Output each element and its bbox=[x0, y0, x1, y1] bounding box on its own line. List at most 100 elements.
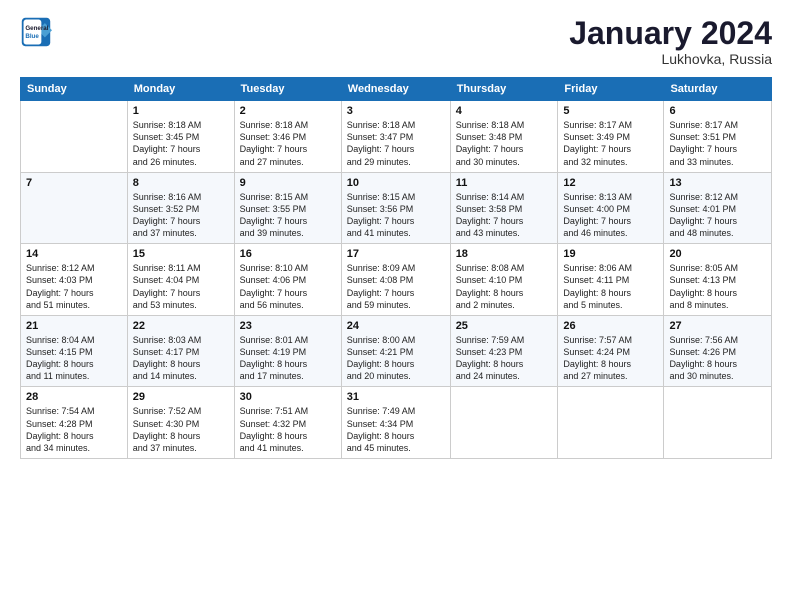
day-number: 2 bbox=[240, 105, 336, 117]
day-info: Sunrise: 8:11 AMSunset: 4:04 PMDaylight:… bbox=[133, 262, 229, 311]
calendar-week-row: 78 Sunrise: 8:16 AMSunset: 3:52 PMDayligh… bbox=[21, 172, 772, 244]
calendar-cell: 28 Sunrise: 7:54 AMSunset: 4:28 PMDayligh… bbox=[21, 387, 128, 459]
calendar-cell: 29Sunrise: 7:52 AMSunset: 4:30 PMDayligh… bbox=[127, 387, 234, 459]
weekday-header: Saturday bbox=[664, 78, 772, 101]
day-number: 23 bbox=[240, 320, 336, 332]
day-number: 4 bbox=[456, 105, 553, 117]
calendar-cell: 27 Sunrise: 7:56 AMSunset: 4:26 PMDayligh… bbox=[664, 315, 772, 387]
calendar-week-row: 21 Sunrise: 8:04 AMSunset: 4:15 PMDayligh… bbox=[21, 315, 772, 387]
calendar-cell: 5 Sunrise: 8:17 AMSunset: 3:49 PMDaylight… bbox=[558, 101, 664, 173]
calendar-cell: 7 bbox=[21, 172, 128, 244]
day-info: Sunrise: 8:08 AMSunset: 4:10 PMDaylight:… bbox=[456, 262, 553, 311]
day-number: 31 bbox=[347, 391, 445, 403]
day-number: 21 bbox=[26, 320, 122, 332]
logo-icon: General Blue bbox=[20, 16, 52, 48]
calendar-week-row: 1Sunrise: 8:18 AMSunset: 3:45 PMDaylight… bbox=[21, 101, 772, 173]
day-info: Sunrise: 8:09 AMSunset: 4:08 PMDaylight:… bbox=[347, 262, 445, 311]
calendar-cell: 3 Sunrise: 8:18 AMSunset: 3:47 PMDaylight… bbox=[341, 101, 450, 173]
day-info: Sunrise: 8:01 AMSunset: 4:19 PMDaylight:… bbox=[240, 334, 336, 383]
calendar-cell: 31 Sunrise: 7:49 AMSunset: 4:34 PMDayligh… bbox=[341, 387, 450, 459]
calendar-cell: 22Sunrise: 8:03 AMSunset: 4:17 PMDayligh… bbox=[127, 315, 234, 387]
calendar-cell: 8 Sunrise: 8:16 AMSunset: 3:52 PMDaylight… bbox=[127, 172, 234, 244]
svg-text:General: General bbox=[25, 25, 48, 32]
calendar-cell: 21 Sunrise: 8:04 AMSunset: 4:15 PMDayligh… bbox=[21, 315, 128, 387]
day-number: 6 bbox=[669, 105, 766, 117]
calendar-cell: 11Sunrise: 8:14 AMSunset: 3:58 PMDayligh… bbox=[450, 172, 558, 244]
day-info: Sunrise: 8:16 AMSunset: 3:52 PMDaylight:… bbox=[133, 191, 229, 240]
day-info: Sunrise: 8:13 AMSunset: 4:00 PMDaylight:… bbox=[563, 191, 658, 240]
day-number: 17 bbox=[347, 248, 445, 260]
day-number: 3 bbox=[347, 105, 445, 117]
calendar-header-row: SundayMondayTuesdayWednesdayThursdayFrid… bbox=[21, 78, 772, 101]
day-number: 16 bbox=[240, 248, 336, 260]
calendar-cell bbox=[664, 387, 772, 459]
title-block: January 2024 Lukhovka, Russia bbox=[569, 16, 772, 67]
header: General Blue January 2024 Lukhovka, Russ… bbox=[20, 16, 772, 67]
day-info: Sunrise: 7:54 AMSunset: 4:28 PMDaylight:… bbox=[26, 405, 122, 454]
day-info: Sunrise: 8:00 AMSunset: 4:21 PMDaylight:… bbox=[347, 334, 445, 383]
day-info: Sunrise: 7:49 AMSunset: 4:34 PMDaylight:… bbox=[347, 405, 445, 454]
day-number: 5 bbox=[563, 105, 658, 117]
calendar-cell: 18 Sunrise: 8:08 AMSunset: 4:10 PMDayligh… bbox=[450, 244, 558, 316]
calendar-cell: 19Sunrise: 8:06 AMSunset: 4:11 PMDayligh… bbox=[558, 244, 664, 316]
day-number: 26 bbox=[563, 320, 658, 332]
calendar-cell: 13Sunrise: 8:12 AMSunset: 4:01 PMDayligh… bbox=[664, 172, 772, 244]
logo: General Blue bbox=[20, 16, 56, 48]
day-number: 30 bbox=[240, 391, 336, 403]
weekday-header: Thursday bbox=[450, 78, 558, 101]
day-info: Sunrise: 8:15 AMSunset: 3:56 PMDaylight:… bbox=[347, 191, 445, 240]
day-number: 9 bbox=[240, 177, 336, 189]
day-number: 20 bbox=[669, 248, 766, 260]
calendar-cell: 17 Sunrise: 8:09 AMSunset: 4:08 PMDayligh… bbox=[341, 244, 450, 316]
day-number: 14 bbox=[26, 248, 122, 260]
calendar-cell: 26 Sunrise: 7:57 AMSunset: 4:24 PMDayligh… bbox=[558, 315, 664, 387]
calendar-cell: 12 Sunrise: 8:13 AMSunset: 4:00 PMDayligh… bbox=[558, 172, 664, 244]
calendar-cell bbox=[450, 387, 558, 459]
day-number: 8 bbox=[133, 177, 229, 189]
day-number: 1 bbox=[133, 105, 229, 117]
day-number: 15 bbox=[133, 248, 229, 260]
calendar-cell: 23 Sunrise: 8:01 AMSunset: 4:19 PMDayligh… bbox=[234, 315, 341, 387]
weekday-header: Sunday bbox=[21, 78, 128, 101]
day-info: Sunrise: 7:51 AMSunset: 4:32 PMDaylight:… bbox=[240, 405, 336, 454]
day-number: 12 bbox=[563, 177, 658, 189]
calendar-cell bbox=[21, 101, 128, 173]
calendar-cell: 30 Sunrise: 7:51 AMSunset: 4:32 PMDayligh… bbox=[234, 387, 341, 459]
calendar-week-row: 28 Sunrise: 7:54 AMSunset: 4:28 PMDayligh… bbox=[21, 387, 772, 459]
weekday-header: Tuesday bbox=[234, 78, 341, 101]
day-info: Sunrise: 8:18 AMSunset: 3:47 PMDaylight:… bbox=[347, 119, 445, 168]
day-number: 18 bbox=[456, 248, 553, 260]
svg-text:Blue: Blue bbox=[25, 33, 39, 40]
location: Lukhovka, Russia bbox=[569, 51, 772, 67]
day-number: 28 bbox=[26, 391, 122, 403]
day-info: Sunrise: 8:17 AMSunset: 3:49 PMDaylight:… bbox=[563, 119, 658, 168]
day-info: Sunrise: 7:56 AMSunset: 4:26 PMDaylight:… bbox=[669, 334, 766, 383]
day-number: 24 bbox=[347, 320, 445, 332]
day-info: Sunrise: 8:12 AMSunset: 4:01 PMDaylight:… bbox=[669, 191, 766, 240]
day-info: Sunrise: 8:06 AMSunset: 4:11 PMDaylight:… bbox=[563, 262, 658, 311]
day-info: Sunrise: 7:59 AMSunset: 4:23 PMDaylight:… bbox=[456, 334, 553, 383]
day-info: Sunrise: 7:57 AMSunset: 4:24 PMDaylight:… bbox=[563, 334, 658, 383]
day-number: 29 bbox=[133, 391, 229, 403]
day-number: 27 bbox=[669, 320, 766, 332]
calendar-cell: 1Sunrise: 8:18 AMSunset: 3:45 PMDaylight… bbox=[127, 101, 234, 173]
page: General Blue January 2024 Lukhovka, Russ… bbox=[0, 0, 792, 469]
calendar-week-row: 14Sunrise: 8:12 AMSunset: 4:03 PMDayligh… bbox=[21, 244, 772, 316]
day-info: Sunrise: 8:10 AMSunset: 4:06 PMDaylight:… bbox=[240, 262, 336, 311]
calendar-cell: 24 Sunrise: 8:00 AMSunset: 4:21 PMDayligh… bbox=[341, 315, 450, 387]
calendar-cell: 6 Sunrise: 8:17 AMSunset: 3:51 PMDaylight… bbox=[664, 101, 772, 173]
day-info: Sunrise: 8:15 AMSunset: 3:55 PMDaylight:… bbox=[240, 191, 336, 240]
calendar-cell: 14Sunrise: 8:12 AMSunset: 4:03 PMDayligh… bbox=[21, 244, 128, 316]
day-number: 7 bbox=[26, 177, 122, 189]
day-info: Sunrise: 8:14 AMSunset: 3:58 PMDaylight:… bbox=[456, 191, 553, 240]
day-number: 22 bbox=[133, 320, 229, 332]
calendar-cell: 15 Sunrise: 8:11 AMSunset: 4:04 PMDayligh… bbox=[127, 244, 234, 316]
calendar-table: SundayMondayTuesdayWednesdayThursdayFrid… bbox=[20, 77, 772, 459]
calendar-cell: 4Sunrise: 8:18 AMSunset: 3:48 PMDaylight… bbox=[450, 101, 558, 173]
calendar-cell: 10Sunrise: 8:15 AMSunset: 3:56 PMDayligh… bbox=[341, 172, 450, 244]
day-info: Sunrise: 8:04 AMSunset: 4:15 PMDaylight:… bbox=[26, 334, 122, 383]
day-info: Sunrise: 8:17 AMSunset: 3:51 PMDaylight:… bbox=[669, 119, 766, 168]
calendar-cell: 2 Sunrise: 8:18 AMSunset: 3:46 PMDaylight… bbox=[234, 101, 341, 173]
calendar-cell: 16 Sunrise: 8:10 AMSunset: 4:06 PMDayligh… bbox=[234, 244, 341, 316]
day-info: Sunrise: 8:18 AMSunset: 3:46 PMDaylight:… bbox=[240, 119, 336, 168]
